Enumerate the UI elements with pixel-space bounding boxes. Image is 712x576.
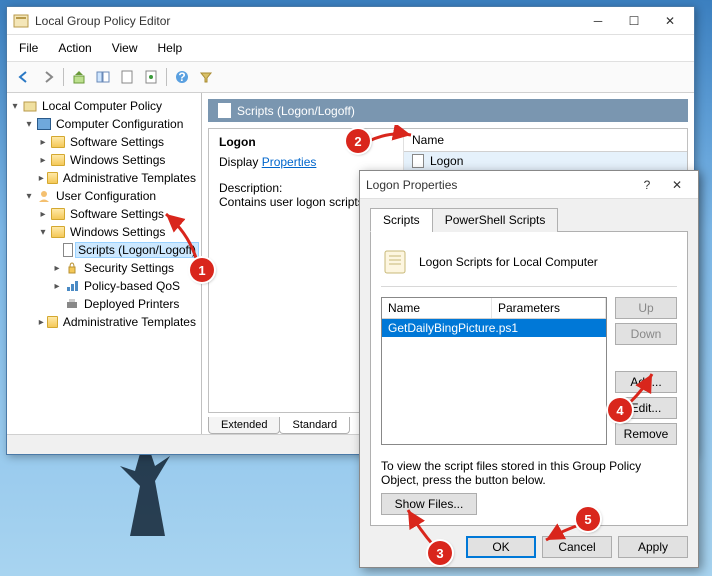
- expand-icon[interactable]: ▸: [37, 173, 45, 184]
- dialog-title: Logon Properties: [366, 178, 632, 192]
- expand-icon[interactable]: ▸: [51, 263, 63, 274]
- annotation-arrow-2: [365, 125, 415, 147]
- tab-scripts[interactable]: Scripts: [370, 208, 433, 232]
- gpedit-app-icon: [13, 13, 29, 29]
- content-header-text: Scripts (Logon/Logoff): [237, 104, 355, 118]
- tab-standard[interactable]: Standard: [279, 417, 350, 434]
- filter-button[interactable]: [195, 66, 217, 88]
- dialog-help-button[interactable]: ?: [632, 174, 662, 196]
- annotation-badge-4: 4: [608, 398, 632, 422]
- folder-icon: [47, 316, 57, 328]
- up-button[interactable]: [68, 66, 90, 88]
- annotation-badge-3: 3: [428, 541, 452, 565]
- script-row-name: GetDailyBingPicture.ps1: [382, 319, 492, 337]
- tree-uc-printers[interactable]: Deployed Printers: [81, 296, 182, 312]
- properties-link[interactable]: Properties: [262, 155, 317, 169]
- maximize-button[interactable]: ☐: [616, 10, 652, 32]
- expand-icon[interactable]: ▾: [9, 101, 21, 112]
- col-name[interactable]: Name: [382, 298, 492, 318]
- expand-icon[interactable]: ▸: [37, 209, 49, 220]
- script-row-params: [492, 319, 606, 337]
- menu-help[interactable]: Help: [154, 39, 187, 57]
- gpedit-title: Local Group Policy Editor: [35, 14, 580, 28]
- script-row[interactable]: GetDailyBingPicture.ps1: [382, 319, 606, 337]
- folder-icon: [47, 172, 57, 184]
- list-item-label: Logon: [430, 154, 463, 168]
- tree-uc-software[interactable]: Software Settings: [67, 206, 167, 222]
- expand-icon[interactable]: ▾: [23, 119, 35, 130]
- down-button[interactable]: Down: [615, 323, 677, 345]
- computer-icon: [37, 118, 51, 130]
- display-label: Display: [219, 155, 262, 169]
- folder-icon: [51, 154, 65, 166]
- properties-button[interactable]: [140, 66, 162, 88]
- tree-root[interactable]: Local Computer Policy: [39, 98, 165, 114]
- expand-icon[interactable]: ▾: [37, 227, 49, 238]
- scripts-icon: [63, 243, 73, 257]
- qos-icon: [65, 279, 79, 293]
- expand-icon[interactable]: ▸: [37, 155, 49, 166]
- dialog-titlebar[interactable]: Logon Properties ? ✕: [360, 171, 698, 199]
- ok-button[interactable]: OK: [466, 536, 536, 558]
- script-list[interactable]: Name Parameters GetDailyBingPicture.ps1: [381, 297, 607, 445]
- help-button[interactable]: ?: [171, 66, 193, 88]
- back-button[interactable]: [13, 66, 35, 88]
- expand-icon[interactable]: ▸: [51, 281, 63, 292]
- folder-icon: [51, 226, 65, 238]
- printers-icon: [65, 297, 79, 311]
- folder-icon: [51, 136, 65, 148]
- export-list-button[interactable]: [116, 66, 138, 88]
- close-button[interactable]: ✕: [652, 10, 688, 32]
- tree-comp-config[interactable]: Computer Configuration: [53, 116, 186, 132]
- remove-button[interactable]: Remove: [615, 423, 677, 445]
- apply-button[interactable]: Apply: [618, 536, 688, 558]
- tab-powershell-scripts[interactable]: PowerShell Scripts: [432, 208, 559, 232]
- tree-uc-qos[interactable]: Policy-based QoS: [81, 278, 183, 294]
- tree-uc-admin[interactable]: Administrative Templates: [60, 314, 199, 330]
- menu-action[interactable]: Action: [54, 39, 95, 57]
- expand-icon[interactable]: ▸: [37, 317, 45, 328]
- dialog-close-button[interactable]: ✕: [662, 174, 692, 196]
- tree-cc-admin[interactable]: Administrative Templates: [60, 170, 199, 186]
- svg-text:?: ?: [178, 70, 185, 84]
- expand-icon[interactable]: ▸: [37, 137, 49, 148]
- list-item-logon[interactable]: Logon: [404, 152, 687, 170]
- menu-view[interactable]: View: [108, 39, 142, 57]
- up-button[interactable]: Up: [615, 297, 677, 319]
- hint-text: To view the script files stored in this …: [381, 459, 677, 487]
- show-hide-tree-button[interactable]: [92, 66, 114, 88]
- menu-file[interactable]: File: [15, 39, 42, 57]
- tree-uc-windows[interactable]: Windows Settings: [67, 224, 168, 240]
- col-parameters[interactable]: Parameters: [492, 298, 606, 318]
- dialog-tabs: Scripts PowerShell Scripts: [370, 207, 688, 232]
- menubar: File Action View Help: [7, 35, 694, 62]
- gpedit-titlebar[interactable]: Local Group Policy Editor ─ ☐ ✕: [7, 7, 694, 35]
- expand-icon[interactable]: ▾: [23, 191, 35, 202]
- list-header-name[interactable]: Name: [404, 129, 687, 152]
- script-icon: [412, 154, 424, 168]
- tree-cc-software[interactable]: Software Settings: [67, 134, 167, 150]
- policy-root-icon: [23, 99, 37, 113]
- tree-user-config[interactable]: User Configuration: [53, 188, 159, 204]
- tree-cc-windows[interactable]: Windows Settings: [67, 152, 168, 168]
- minimize-button[interactable]: ─: [580, 10, 616, 32]
- annotation-badge-2: 2: [346, 129, 370, 153]
- annotation-badge-1: 1: [190, 258, 214, 282]
- scripts-icon: [218, 103, 231, 118]
- toolbar: ?: [7, 62, 694, 93]
- script-scroll-icon: [381, 248, 409, 276]
- annotation-badge-5: 5: [576, 507, 600, 531]
- content-header: Scripts (Logon/Logoff): [208, 99, 688, 122]
- tab-extended[interactable]: Extended: [208, 417, 280, 434]
- user-icon: [37, 189, 51, 203]
- folder-icon: [51, 208, 65, 220]
- forward-button[interactable]: [37, 66, 59, 88]
- dialog-header-text: Logon Scripts for Local Computer: [419, 255, 598, 269]
- security-icon: [65, 261, 79, 275]
